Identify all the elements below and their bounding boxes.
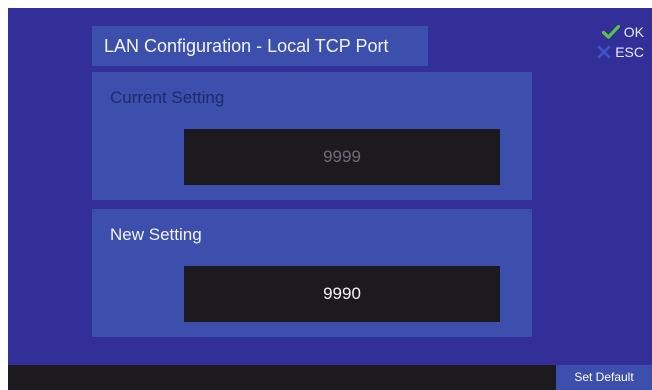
- new-setting-panel: New Setting 9990: [92, 209, 532, 337]
- ok-button[interactable]: OK: [601, 24, 644, 40]
- checkmark-icon: [601, 25, 620, 39]
- bottom-bar: Set Default: [8, 365, 652, 390]
- current-setting-panel: Current Setting 9999: [92, 72, 532, 200]
- page-title: LAN Configuration - Local TCP Port: [92, 26, 428, 66]
- ok-label: OK: [623, 24, 644, 40]
- current-setting-value: 9999: [184, 129, 500, 185]
- set-default-button[interactable]: Set Default: [556, 365, 652, 390]
- x-icon: [597, 45, 611, 59]
- new-setting-input[interactable]: 9990: [184, 266, 500, 322]
- esc-button[interactable]: ESC: [597, 44, 644, 60]
- lan-config-screen: LAN Configuration - Local TCP Port OK ES…: [8, 8, 652, 390]
- esc-label: ESC: [615, 44, 644, 60]
- current-setting-label: Current Setting: [110, 88, 225, 107]
- new-setting-label: New Setting: [110, 225, 202, 244]
